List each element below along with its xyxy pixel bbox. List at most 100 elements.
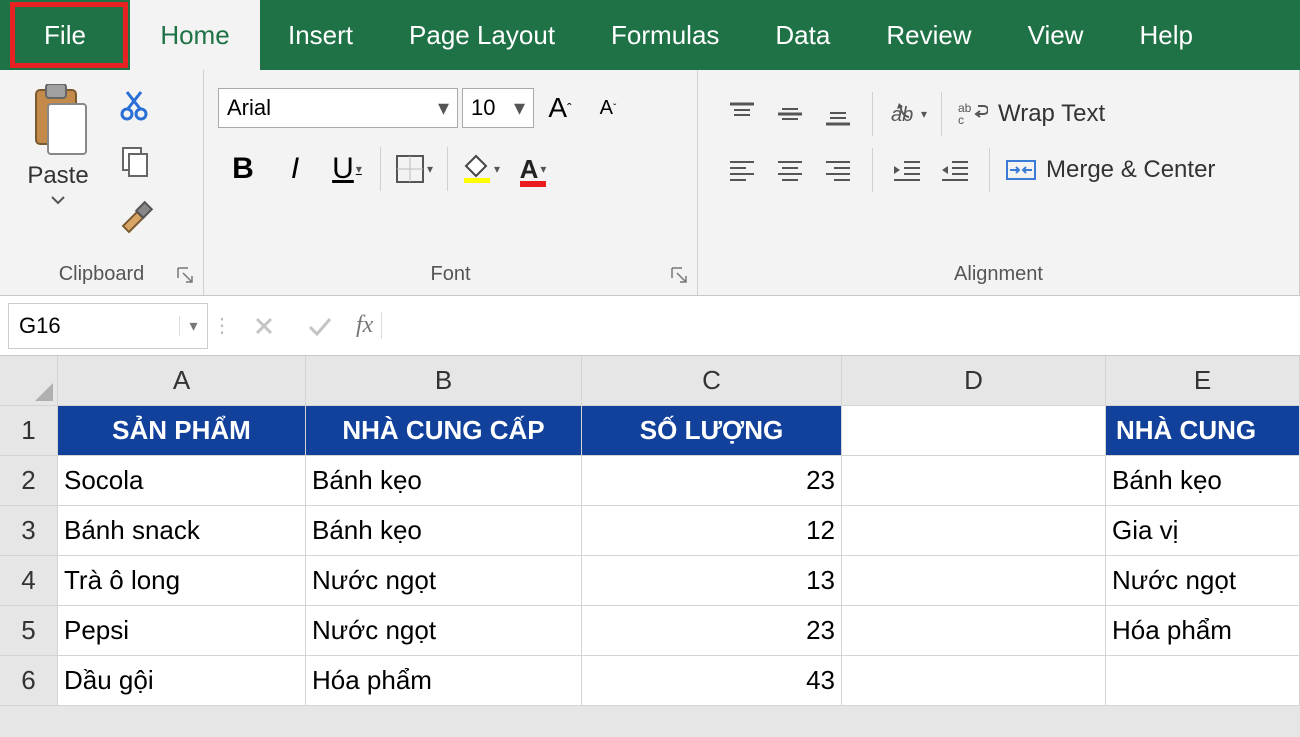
align-bottom-button[interactable]	[814, 90, 862, 138]
tab-help[interactable]: Help	[1111, 0, 1220, 70]
tab-formulas[interactable]: Formulas	[583, 0, 747, 70]
col-header-B[interactable]: B	[306, 356, 582, 406]
cell-D4[interactable]	[842, 556, 1106, 606]
cell-C1[interactable]: SỐ LƯỢNG	[582, 406, 842, 456]
row-header-3[interactable]: 3	[0, 506, 58, 556]
italic-button[interactable]: I	[270, 144, 320, 194]
fill-color-button[interactable]: ▾	[456, 144, 506, 194]
tab-insert[interactable]: Insert	[260, 0, 381, 70]
cell-D6[interactable]	[842, 656, 1106, 706]
cell-A4[interactable]: Trà ô long	[58, 556, 306, 606]
cell-C3[interactable]: 12	[582, 506, 842, 556]
font-name-select[interactable]: Arial ▾	[218, 88, 458, 128]
fx-icon[interactable]: fx	[348, 312, 382, 339]
chevron-down-icon[interactable]: ▾	[179, 316, 207, 336]
cell-B4[interactable]: Nước ngọt	[306, 556, 582, 606]
ribbon-body: Paste Clipboard	[0, 70, 1300, 296]
group-clipboard: Paste Clipboard	[0, 70, 204, 295]
bold-button[interactable]: B	[218, 144, 268, 194]
align-left-button[interactable]	[718, 146, 766, 194]
cancel-formula-button[interactable]	[236, 306, 292, 346]
clipboard-icon	[28, 84, 88, 156]
formula-input[interactable]	[382, 306, 1300, 346]
paste-button[interactable]: Paste	[4, 78, 112, 210]
cell-A3[interactable]: Bánh snack	[58, 506, 306, 556]
decrease-indent-button[interactable]	[883, 146, 931, 194]
cell-A1[interactable]: SẢN PHẨM	[58, 406, 306, 456]
cell-B2[interactable]: Bánh kẹo	[306, 456, 582, 506]
decrease-font-button[interactable]: Aˇ	[586, 88, 630, 128]
paste-label: Paste	[27, 162, 88, 190]
svg-text:ab: ab	[891, 104, 913, 126]
tab-view[interactable]: View	[1000, 0, 1112, 70]
cell-B3[interactable]: Bánh kẹo	[306, 506, 582, 556]
align-center-button[interactable]	[766, 146, 814, 194]
cell-D5[interactable]	[842, 606, 1106, 656]
cell-E6[interactable]	[1106, 656, 1300, 706]
name-box[interactable]: G16 ▾	[8, 303, 208, 349]
wrap-text-button[interactable]: abc Wrap Text	[952, 90, 1111, 138]
cell-C2[interactable]: 23	[582, 456, 842, 506]
underline-button[interactable]: U▾	[322, 144, 372, 194]
cell-D2[interactable]	[842, 456, 1106, 506]
cell-C5[interactable]: 23	[582, 606, 842, 656]
cell-B6[interactable]: Hóa phẩm	[306, 656, 582, 706]
align-top-button[interactable]	[718, 90, 766, 138]
group-font: Arial ▾ 10 ▾ Aˆ Aˇ B I U▾ ▾	[204, 70, 698, 295]
cell-E1[interactable]: NHÀ CUNG	[1106, 406, 1300, 456]
clipboard-launcher-icon[interactable]	[175, 265, 195, 285]
increase-indent-button[interactable]	[931, 146, 979, 194]
chevron-down-icon[interactable]	[50, 192, 66, 210]
tab-home[interactable]: Home	[130, 0, 260, 70]
name-box-value: G16	[9, 313, 179, 339]
svg-text:c: c	[958, 113, 964, 127]
orientation-button[interactable]: ab ▾	[883, 90, 931, 138]
cell-E3[interactable]: Gia vị	[1106, 506, 1300, 556]
cell-B1[interactable]: NHÀ CUNG CẤP	[306, 406, 582, 456]
col-header-C[interactable]: C	[582, 356, 842, 406]
cell-C4[interactable]: 13	[582, 556, 842, 606]
cell-D3[interactable]	[842, 506, 1106, 556]
row-header-4[interactable]: 4	[0, 556, 58, 606]
formula-bar: G16 ▾ ⋮ fx	[0, 296, 1300, 356]
tab-data[interactable]: Data	[747, 0, 858, 70]
col-header-D[interactable]: D	[842, 356, 1106, 406]
row-header-1[interactable]: 1	[0, 406, 58, 456]
row-header-6[interactable]: 6	[0, 656, 58, 706]
tab-file-label: File	[44, 20, 86, 51]
tab-review[interactable]: Review	[858, 0, 999, 70]
tab-page-layout[interactable]: Page Layout	[381, 0, 583, 70]
cell-D1[interactable]	[842, 406, 1106, 456]
align-middle-button[interactable]	[766, 90, 814, 138]
borders-button[interactable]: ▾	[389, 144, 439, 194]
increase-font-button[interactable]: Aˆ	[538, 88, 582, 128]
cell-E4[interactable]: Nước ngọt	[1106, 556, 1300, 606]
cut-button[interactable]	[112, 82, 160, 128]
enter-formula-button[interactable]	[292, 306, 348, 346]
ribbon-tabs: File Home Insert Page Layout Formulas Da…	[0, 0, 1300, 70]
cell-A2[interactable]: Socola	[58, 456, 306, 506]
cell-E2[interactable]: Bánh kẹo	[1106, 456, 1300, 506]
cell-B5[interactable]: Nước ngọt	[306, 606, 582, 656]
cell-A5[interactable]: Pepsi	[58, 606, 306, 656]
formula-bar-grip[interactable]: ⋮	[208, 313, 236, 338]
col-header-E[interactable]: E	[1106, 356, 1300, 406]
group-alignment: ab ▾ abc Wrap Text Merge &	[698, 70, 1300, 295]
copy-button[interactable]	[112, 138, 160, 184]
cell-A6[interactable]: Dầu gội	[58, 656, 306, 706]
format-painter-button[interactable]	[112, 194, 160, 240]
font-launcher-icon[interactable]	[669, 265, 689, 285]
row-header-5[interactable]: 5	[0, 606, 58, 656]
font-size-select[interactable]: 10 ▾	[462, 88, 534, 128]
col-header-A[interactable]: A	[58, 356, 306, 406]
cell-E5[interactable]: Hóa phẩm	[1106, 606, 1300, 656]
tab-file[interactable]: File	[0, 0, 130, 70]
group-label-font: Font	[204, 263, 697, 295]
tab-rest-container: Insert Page Layout Formulas Data Review …	[260, 0, 1300, 70]
font-color-button[interactable]: A ▾	[508, 144, 558, 194]
cell-C6[interactable]: 43	[582, 656, 842, 706]
row-header-2[interactable]: 2	[0, 456, 58, 506]
select-all-corner[interactable]	[0, 356, 58, 406]
align-right-button[interactable]	[814, 146, 862, 194]
merge-center-button[interactable]: Merge & Center	[1000, 146, 1221, 194]
